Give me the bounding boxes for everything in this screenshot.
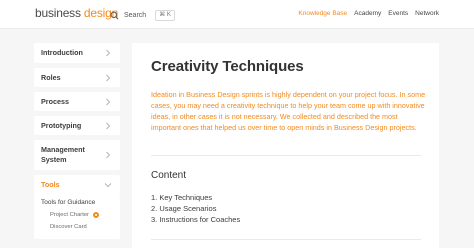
- search-trigger[interactable]: Search ⌘ K: [110, 9, 175, 21]
- sidebar-item-label: Prototyping: [41, 120, 82, 130]
- tools-submenu: Tools for Guidance Project Charter Disco…: [34, 195, 120, 239]
- toc-item[interactable]: 3. Instructions for Coaches: [151, 214, 240, 225]
- chevron-right-icon: [106, 49, 111, 57]
- sidebar-item-label: Management System: [41, 145, 85, 164]
- sidebar-item-label: Tools: [41, 180, 60, 189]
- submenu-item-discover-card[interactable]: Discover Card: [50, 223, 113, 231]
- chevron-right-icon: [106, 151, 111, 159]
- sidebar-item-tools[interactable]: Tools: [34, 175, 120, 195]
- sidebar-item-process[interactable]: Process: [34, 92, 120, 111]
- chevron-down-icon: [104, 183, 112, 188]
- table-of-contents: 1. Key Techniques 2. Usage Scenarios 3. …: [151, 192, 240, 225]
- main-nav: Knowledge Base Academy Events Network: [298, 10, 439, 17]
- divider: [151, 239, 421, 240]
- search-icon: [110, 11, 119, 19]
- logo-primary: business: [35, 6, 81, 20]
- article-card: Creativity Techniques Ideation in Busine…: [132, 43, 439, 248]
- submenu-item-project-charter[interactable]: Project Charter: [50, 211, 113, 219]
- sidebar-item-management-system[interactable]: Management System: [34, 140, 120, 170]
- nav-network[interactable]: Network: [415, 10, 439, 17]
- sidebar: Introduction Roles Process Prototyping M…: [34, 43, 120, 239]
- nav-academy[interactable]: Academy: [354, 10, 381, 17]
- chevron-right-icon: [106, 122, 111, 129]
- nav-events[interactable]: Events: [388, 10, 408, 17]
- sidebar-item-label: Process: [41, 96, 69, 106]
- intro-paragraph: Ideation in Business Design sprints is h…: [151, 90, 426, 133]
- sidebar-item-prototyping[interactable]: Prototyping: [34, 116, 120, 135]
- tools-subsection-title: Tools for Guidance: [41, 199, 96, 206]
- sidebar-item-label: Roles: [41, 72, 61, 82]
- divider: [151, 155, 421, 156]
- sidebar-item-introduction[interactable]: Introduction: [34, 43, 120, 63]
- nav-knowledge-base[interactable]: Knowledge Base: [298, 10, 347, 17]
- search-label: Search: [124, 11, 147, 19]
- submenu-item-label: Discover Card: [50, 224, 87, 230]
- toc-item[interactable]: 2. Usage Scenarios: [151, 203, 240, 214]
- active-indicator-icon: [92, 212, 99, 218]
- chevron-right-icon: [106, 98, 111, 105]
- page-title: Creativity Techniques: [151, 58, 304, 75]
- toc-item[interactable]: 1. Key Techniques: [151, 192, 240, 203]
- logo[interactable]: business design: [35, 6, 118, 20]
- sidebar-item-label: Introduction: [41, 48, 83, 57]
- sidebar-item-roles[interactable]: Roles: [34, 68, 120, 87]
- content-heading: Content: [151, 170, 187, 181]
- chevron-right-icon: [106, 74, 111, 81]
- submenu-item-label: Project Charter: [50, 212, 89, 218]
- search-shortcut-badge: ⌘ K: [155, 9, 175, 21]
- top-header: business design Search ⌘ K Knowledge Bas…: [0, 0, 474, 29]
